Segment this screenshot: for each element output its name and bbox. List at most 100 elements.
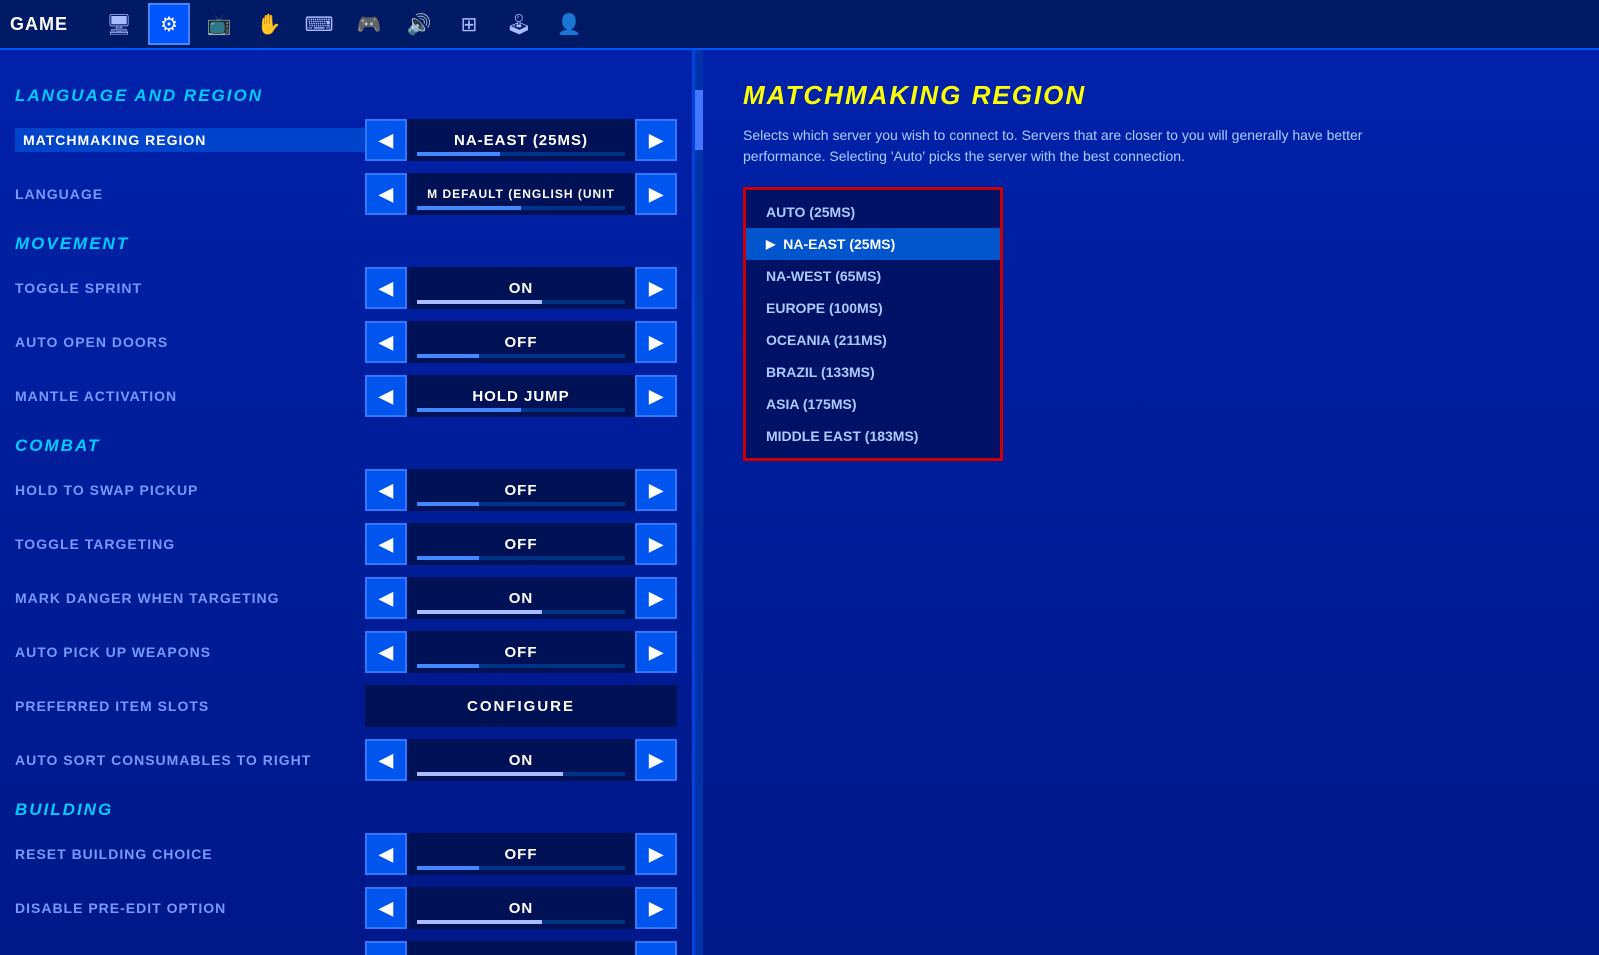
arrow-right-sprint[interactable]: ▶ xyxy=(635,267,677,309)
value-hold-swap: OFF xyxy=(407,469,635,511)
setting-row-mantle: MANTLE ACTIVATION ◀ HOLD JUMP ▶ xyxy=(15,372,677,420)
region-label-brazil: BRAZIL (133MS) xyxy=(766,364,875,380)
value-text-hold-swap: OFF xyxy=(505,482,538,499)
hand-icon[interactable]: ✋ xyxy=(248,3,290,45)
arrow-left-doors[interactable]: ◀ xyxy=(365,321,407,363)
section-combat: COMBAT xyxy=(15,436,677,456)
setting-row-auto-sort: AUTO SORT CONSUMABLES TO RIGHT ◀ ON ▶ xyxy=(15,736,677,784)
value-doors: OFF xyxy=(407,321,635,363)
region-label-na-east: NA-EAST (25MS) xyxy=(783,236,895,252)
gear-icon[interactable]: ⚙ xyxy=(148,3,190,45)
label-mantle: MANTLE ACTIVATION xyxy=(15,388,365,404)
region-option-asia[interactable]: ASIA (175MS) xyxy=(746,388,1000,420)
value-pickup: OFF xyxy=(407,631,635,673)
arrow-left-pre-edit[interactable]: ◀ xyxy=(365,887,407,929)
value-pre-edit: ON xyxy=(407,887,635,929)
bar-track-sprint xyxy=(417,300,625,304)
keyboard-icon[interactable]: ⌨ xyxy=(298,3,340,45)
arrow-left-sort[interactable]: ◀ xyxy=(365,739,407,781)
arrow-right-language[interactable]: ▶ xyxy=(635,173,677,215)
grid-icon[interactable]: ⊞ xyxy=(448,3,490,45)
arrow-left-sprint[interactable]: ◀ xyxy=(365,267,407,309)
bar-fill-language xyxy=(417,206,521,210)
arrow-right-mantle[interactable]: ▶ xyxy=(635,375,677,417)
region-option-oceania[interactable]: OCEANIA (211MS) xyxy=(746,324,1000,356)
tv-icon[interactable]: 📺 xyxy=(198,3,240,45)
value-text-language: M DEFAULT (ENGLISH (UNIT xyxy=(427,187,615,201)
arrow-right-pickup[interactable]: ▶ xyxy=(635,631,677,673)
region-dropdown: AUTO (25MS) ▶ NA-EAST (25MS) NA-WEST (65… xyxy=(743,187,1003,461)
value-mantle: HOLD JUMP xyxy=(407,375,635,417)
controller-icon-1[interactable]: 🎮 xyxy=(348,3,390,45)
region-option-brazil[interactable]: BRAZIL (133MS) xyxy=(746,356,1000,388)
bar-track-targeting xyxy=(417,556,625,560)
value-language: M DEFAULT (ENGLISH (UNIT xyxy=(407,173,635,215)
control-mantle: ◀ HOLD JUMP ▶ xyxy=(365,375,677,417)
bar-fill-sprint xyxy=(417,300,542,304)
arrow-left-hold-swap[interactable]: ◀ xyxy=(365,469,407,511)
value-sort: ON xyxy=(407,739,635,781)
setting-row-reset-building: RESET BUILDING CHOICE ◀ OFF ▶ xyxy=(15,830,677,878)
arrow-right-targeting[interactable]: ▶ xyxy=(635,523,677,565)
arrow-left-pickup[interactable]: ◀ xyxy=(365,631,407,673)
bar-track-reset xyxy=(417,866,625,870)
control-mark-danger: ◀ ON ▶ xyxy=(365,577,677,619)
region-label-auto: AUTO (25MS) xyxy=(766,204,855,220)
bar-track-sort xyxy=(417,772,625,776)
arrow-right-sort[interactable]: ▶ xyxy=(635,739,677,781)
arrow-left-danger[interactable]: ◀ xyxy=(365,577,407,619)
region-selected-arrow: ▶ xyxy=(766,237,775,251)
region-option-auto[interactable]: AUTO (25MS) xyxy=(746,196,1000,228)
setting-row-language: LANGUAGE ◀ M DEFAULT (ENGLISH (UNIT ▶ xyxy=(15,170,677,218)
value-text-doors: OFF xyxy=(505,334,538,351)
value-danger: ON xyxy=(407,577,635,619)
right-panel: MATCHMAKING REGION Selects which server … xyxy=(703,50,1599,955)
arrow-left-matchmaking[interactable]: ◀ xyxy=(365,119,407,161)
control-auto-pickup: ◀ OFF ▶ xyxy=(365,631,677,673)
setting-row-toggle-targeting: TOGGLE TARGETING ◀ OFF ▶ xyxy=(15,520,677,568)
arrow-left-language[interactable]: ◀ xyxy=(365,173,407,215)
left-panel: LANGUAGE AND REGION MATCHMAKING REGION ◀… xyxy=(0,50,695,955)
value-text-targeting: OFF xyxy=(505,536,538,553)
value-reset: OFF xyxy=(407,833,635,875)
monitor-icon[interactable]: 🖥 xyxy=(98,3,140,45)
value-matchmaking: NA-EAST (25MS) xyxy=(407,119,635,161)
arrow-right-matchmaking[interactable]: ▶ xyxy=(635,119,677,161)
region-option-na-west[interactable]: NA-WEST (65MS) xyxy=(746,260,1000,292)
value-text-matchmaking: NA-EAST (25MS) xyxy=(454,132,588,149)
region-option-na-east[interactable]: ▶ NA-EAST (25MS) xyxy=(746,228,1000,260)
arrow-right-doors[interactable]: ▶ xyxy=(635,321,677,363)
arrow-right-hold-swap[interactable]: ▶ xyxy=(635,469,677,511)
mm-region-title: MATCHMAKING REGION xyxy=(743,80,1559,111)
setting-row-auto-doors: AUTO OPEN DOORS ◀ OFF ▶ xyxy=(15,318,677,366)
arrow-right-reset[interactable]: ▶ xyxy=(635,833,677,875)
arrow-left-turbo[interactable]: ◀ xyxy=(365,941,407,955)
label-language: LANGUAGE xyxy=(15,186,365,202)
arrow-right-danger[interactable]: ▶ xyxy=(635,577,677,619)
arrow-right-pre-edit[interactable]: ▶ xyxy=(635,887,677,929)
speaker-icon[interactable]: 🔊 xyxy=(398,3,440,45)
setting-row-auto-pickup: AUTO PICK UP WEAPONS ◀ OFF ▶ xyxy=(15,628,677,676)
arrow-left-reset[interactable]: ◀ xyxy=(365,833,407,875)
arrow-left-mantle[interactable]: ◀ xyxy=(365,375,407,417)
bar-fill-matchmaking xyxy=(417,152,500,156)
user-icon[interactable]: 👤 xyxy=(548,3,590,45)
control-turbo: ◀ ON ▶ xyxy=(365,941,677,955)
arrow-right-turbo[interactable]: ▶ xyxy=(635,941,677,955)
scroll-thumb[interactable] xyxy=(695,90,703,150)
label-mark-danger: MARK DANGER WHEN TARGETING xyxy=(15,590,365,606)
setting-row-mark-danger: MARK DANGER WHEN TARGETING ◀ ON ▶ xyxy=(15,574,677,622)
label-toggle-sprint: TOGGLE SPRINT xyxy=(15,280,365,296)
configure-button[interactable]: CONFIGURE xyxy=(365,685,677,727)
control-reset-building: ◀ OFF ▶ xyxy=(365,833,677,875)
region-option-middle-east[interactable]: MIDDLE EAST (183MS) xyxy=(746,420,1000,452)
arrow-left-targeting[interactable]: ◀ xyxy=(365,523,407,565)
setting-row-turbo: TURBO BUILDING ◀ ON ▶ xyxy=(15,938,677,955)
bar-track-pickup xyxy=(417,664,625,668)
bar-track-doors xyxy=(417,354,625,358)
setting-row-hold-swap: HOLD TO SWAP PICKUP ◀ OFF ▶ xyxy=(15,466,677,514)
control-hold-swap: ◀ OFF ▶ xyxy=(365,469,677,511)
region-option-europe[interactable]: EUROPE (100MS) xyxy=(746,292,1000,324)
controller-icon-2[interactable]: 🕹 xyxy=(498,3,540,45)
label-toggle-targeting: TOGGLE TARGETING xyxy=(15,536,365,552)
